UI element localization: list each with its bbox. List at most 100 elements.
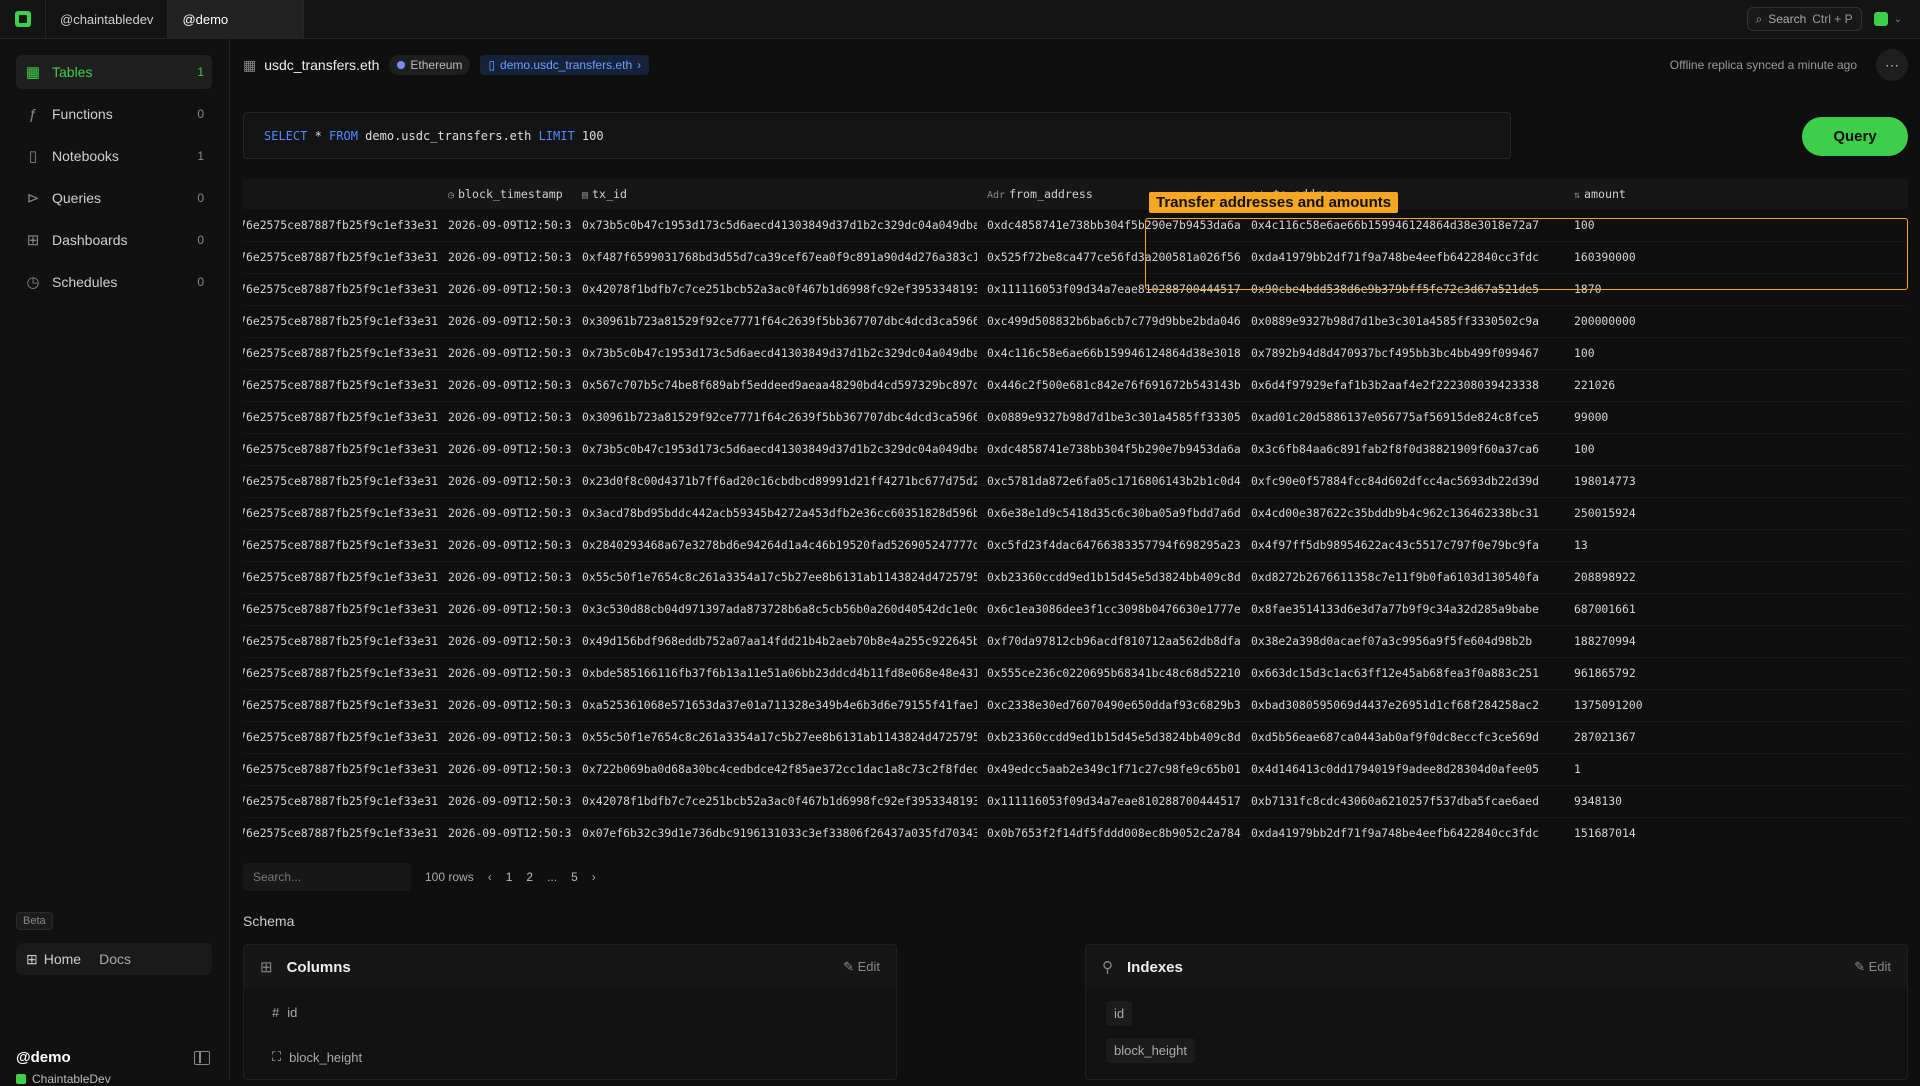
- cell-from-address: 0x4c116c58e6ae66b159946124864d38e3018e72…: [977, 337, 1241, 370]
- table-row[interactable]: 0x94376e2575ce87887fb25f9c1ef33e312026-0…: [243, 273, 1908, 306]
- cell-amount: 188270994: [1564, 625, 1908, 658]
- cell-block-timestamp: 2026-09-09T12:50:35Z: [438, 337, 572, 370]
- table-row[interactable]: 0x94376e2575ce87887fb25f9c1ef33e312026-0…: [243, 561, 1908, 594]
- page-1[interactable]: 1: [506, 870, 513, 884]
- cell-block-timestamp: 2026-09-09T12:50:35Z: [438, 529, 572, 562]
- cell-id: 0x94376e2575ce87887fb25f9c1ef33e31: [243, 369, 438, 402]
- edit-indexes-button[interactable]: ✎ Edit: [1854, 959, 1891, 975]
- table-row[interactable]: 0x94376e2575ce87887fb25f9c1ef33e312026-0…: [243, 465, 1908, 498]
- sidebar-item-tables[interactable]: ▦ Tables 1: [16, 55, 212, 89]
- cell-amount: 1: [1564, 753, 1908, 786]
- cell-id: 0x94376e2575ce87887fb25f9c1ef33e31: [243, 657, 438, 690]
- sql-editor[interactable]: SELECT * FROM demo.usdc_transfers.eth LI…: [243, 112, 1511, 159]
- cell-amount: 208898922: [1564, 561, 1908, 594]
- notebook-icon: ▯: [28, 148, 38, 165]
- column-label: block_timestamp: [458, 187, 563, 201]
- cell-tx-id: 0x73b5c0b47c1953d173c5d6aecd41303849d37d…: [572, 337, 977, 370]
- cell-to-address: 0xda41979bb2df71f9a748be4eefb6422840cc3f…: [1241, 817, 1564, 849]
- table-row[interactable]: 0x94376e2575ce87887fb25f9c1ef33e312026-0…: [243, 689, 1908, 722]
- cell-tx-id: 0xf487f6599031768bd3d55d7ca39cef67ea0f9c…: [572, 241, 977, 274]
- user-menu[interactable]: ⌄: [1873, 12, 1902, 26]
- cell-to-address: 0x0889e9327b98d7d1be3c301a4585ff3330502c…: [1241, 305, 1564, 338]
- cell-tx-id: 0x73b5c0b47c1953d173c5d6aecd41303849d37d…: [572, 433, 977, 466]
- clock-icon: ◷: [26, 274, 40, 291]
- sidebar-item-dashboards[interactable]: ⊞ Dashboards 0: [16, 223, 212, 257]
- table-row[interactable]: 0x94376e2575ce87887fb25f9c1ef33e312026-0…: [243, 241, 1908, 274]
- table-row[interactable]: 0x94376e2575ce87887fb25f9c1ef33e312026-0…: [243, 433, 1908, 466]
- column-header-amount[interactable]: ⇅ amount: [1564, 179, 1908, 209]
- cell-amount: 13: [1564, 529, 1908, 562]
- table-row[interactable]: 0x94376e2575ce87887fb25f9c1ef33e312026-0…: [243, 625, 1908, 658]
- cell-amount: 151687014: [1564, 817, 1908, 849]
- table-row[interactable]: 0x94376e2575ce87887fb25f9c1ef33e312026-0…: [243, 369, 1908, 402]
- search-icon: ⌕: [1755, 11, 1763, 26]
- table-row[interactable]: 0x94376e2575ce87887fb25f9c1ef33e312026-0…: [243, 337, 1908, 370]
- column-header-tx-id[interactable]: ▤ tx_id: [572, 179, 977, 209]
- cell-block-timestamp: 2026-09-09T12:50:35Z: [438, 657, 572, 690]
- sidebar-item-count: 0: [197, 233, 204, 247]
- cell-to-address: 0x8fae3514133d6e3d7a77b9f9c34a32d285a9ba…: [1241, 593, 1564, 626]
- table-row[interactable]: 0x94376e2575ce87887fb25f9c1ef33e312026-0…: [243, 657, 1908, 690]
- number-icon: ⇅: [1574, 190, 1581, 201]
- org-icon: [16, 1074, 26, 1084]
- cell-to-address: 0xda41979bb2df71f9a748be4eefb6422840cc3f…: [1241, 241, 1564, 274]
- query-button[interactable]: Query: [1802, 117, 1908, 156]
- table-path-link[interactable]: ▯ demo.usdc_transfers.eth ›: [480, 55, 650, 75]
- sql-text: demo.usdc_transfers.eth: [357, 128, 539, 143]
- sidebar-item-label: Tables: [52, 64, 93, 80]
- table-row[interactable]: 0x94376e2575ce87887fb25f9c1ef33e312026-0…: [243, 753, 1908, 786]
- sidebar-item-queries[interactable]: ⊳ Queries 0: [16, 181, 212, 215]
- cell-amount: 221026: [1564, 369, 1908, 402]
- table-row[interactable]: 0x94376e2575ce87887fb25f9c1ef33e312026-0…: [243, 593, 1908, 626]
- page-5[interactable]: 5: [571, 870, 578, 884]
- table-row[interactable]: 0x94376e2575ce87887fb25f9c1ef33e312026-0…: [243, 785, 1908, 818]
- table-search-input[interactable]: Search...: [243, 863, 411, 891]
- cell-from-address: 0xb23360ccdd9ed1b15d45e5d3824bb409c8d7c4…: [977, 561, 1241, 594]
- more-options-button[interactable]: ⋯: [1876, 49, 1908, 81]
- app-logo[interactable]: [0, 0, 46, 39]
- column-header-block-timestamp[interactable]: ◷ block_timestamp: [438, 179, 572, 209]
- cell-amount: 250015924: [1564, 497, 1908, 530]
- cell-id: 0x94376e2575ce87887fb25f9c1ef33e31: [243, 785, 438, 818]
- sidebar-item-count: 0: [197, 107, 204, 121]
- cell-id: 0x94376e2575ce87887fb25f9c1ef33e31: [243, 625, 438, 658]
- account-info[interactable]: @demo ChaintableDev: [16, 1049, 111, 1086]
- docs-link[interactable]: Docs: [99, 951, 131, 967]
- column-header-id[interactable]: [243, 179, 438, 209]
- table-row[interactable]: 0x94376e2575ce87887fb25f9c1ef33e312026-0…: [243, 209, 1908, 242]
- home-link[interactable]: ⊞ Home: [26, 951, 81, 968]
- edit-label: Edit: [857, 959, 880, 974]
- sidebar-item-notebooks[interactable]: ▯ Notebooks 1: [16, 139, 212, 173]
- cell-to-address: 0x4c116c58e6ae66b159946124864d38e3018e72…: [1241, 209, 1564, 242]
- sidebar-item-schedules[interactable]: ◷ Schedules 0: [16, 265, 212, 299]
- cell-from-address: 0xdc4858741e738bb304f5b290e7b9453da6a5ba…: [977, 433, 1241, 466]
- cell-to-address: 0x6d4f97929efaf1b3b2aaf4e2f2223080394233…: [1241, 369, 1564, 402]
- sidebar-item-count: 1: [197, 149, 204, 163]
- global-search[interactable]: ⌕ Search Ctrl + P: [1746, 7, 1862, 31]
- sidebar-collapse-icon[interactable]: [194, 1051, 210, 1065]
- cell-amount: 287021367: [1564, 721, 1908, 754]
- table-row[interactable]: 0x94376e2575ce87887fb25f9c1ef33e312026-0…: [243, 497, 1908, 530]
- sidebar-item-functions[interactable]: ƒ Functions 0: [16, 97, 212, 131]
- table-row[interactable]: 0x94376e2575ce87887fb25f9c1ef33e312026-0…: [243, 721, 1908, 754]
- sidebar: ▦ Tables 1 ƒ Functions 0 ▯ Notebooks 1 ⊳…: [0, 39, 230, 1086]
- page-2[interactable]: 2: [526, 870, 533, 884]
- table-row[interactable]: 0x94376e2575ce87887fb25f9c1ef33e312026-0…: [243, 817, 1908, 849]
- table-row[interactable]: 0x94376e2575ce87887fb25f9c1ef33e312026-0…: [243, 529, 1908, 562]
- cell-tx-id: 0x722b069ba0d68a30bc4cedbdce42f85ae372cc…: [572, 753, 977, 786]
- cell-block-timestamp: 2026-09-09T12:50:35Z: [438, 817, 572, 849]
- next-page-button[interactable]: ›: [592, 870, 596, 884]
- edit-columns-button[interactable]: ✎ Edit: [843, 959, 880, 975]
- cell-id: 0x94376e2575ce87887fb25f9c1ef33e31: [243, 497, 438, 530]
- sidebar-item-label: Queries: [52, 190, 102, 206]
- index-tag: block_height: [1106, 1038, 1195, 1063]
- workspace-tab-chaintabledev[interactable]: @chaintabledev: [46, 0, 169, 39]
- table-row[interactable]: 0x94376e2575ce87887fb25f9c1ef33e312026-0…: [243, 401, 1908, 434]
- prev-page-button[interactable]: ‹: [488, 870, 492, 884]
- cell-to-address: 0x7892b94d8d470937bcf495bb3bc4bb499f0994…: [1241, 337, 1564, 370]
- cell-id: 0x94376e2575ce87887fb25f9c1ef33e31: [243, 753, 438, 786]
- workspace-tab-demo[interactable]: @demo: [168, 0, 305, 39]
- table-row[interactable]: 0x94376e2575ce87887fb25f9c1ef33e312026-0…: [243, 305, 1908, 338]
- sidebar-item-count: 1: [197, 65, 204, 79]
- schema-title: Schema: [243, 913, 295, 929]
